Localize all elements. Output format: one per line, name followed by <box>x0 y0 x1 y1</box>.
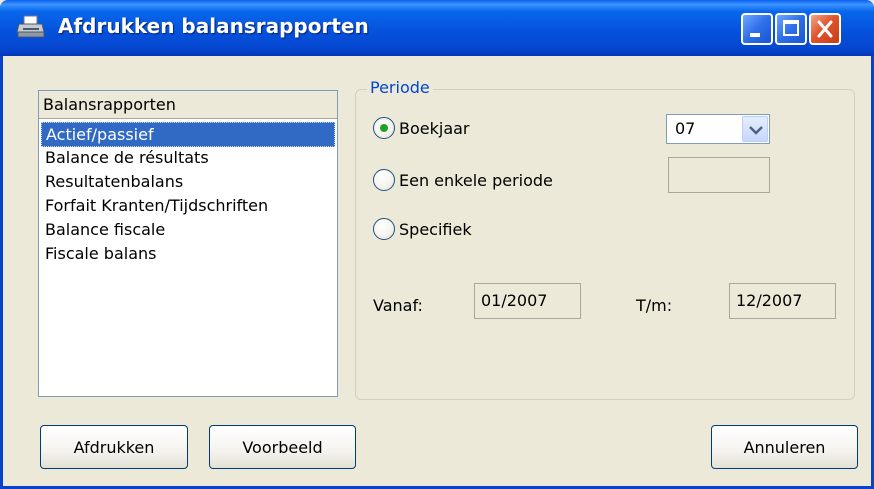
listbox-header: Balansrapporten <box>39 91 337 119</box>
boekjaar-select[interactable]: 07 <box>666 114 770 144</box>
tm-label: T/m: <box>636 296 673 315</box>
tm-field[interactable]: 12/2007 <box>729 283 836 319</box>
radio-boekjaar[interactable]: Boekjaar <box>373 115 470 141</box>
cancel-button[interactable]: Annuleren <box>711 425 858 469</box>
minimize-button[interactable] <box>741 13 773 45</box>
list-item[interactable]: Actief/passief <box>41 122 335 147</box>
list-item[interactable]: Balance fiscale <box>41 218 335 243</box>
radio-label-specifiek: Specifiek <box>399 219 472 239</box>
dropdown-button[interactable] <box>742 116 768 142</box>
minimize-icon <box>750 33 760 37</box>
vanaf-label: Vanaf: <box>373 296 423 315</box>
list-item[interactable]: Forfait Kranten/Tijdschriften <box>41 194 335 219</box>
title-bar[interactable]: Afdrukken balansrapporten <box>0 0 874 56</box>
window-title: Afdrukken balansrapporten <box>58 14 369 38</box>
chevron-down-icon <box>749 126 763 135</box>
radio-specifiek[interactable]: Specifiek <box>373 216 472 242</box>
printer-icon <box>16 14 46 40</box>
radio-label-boekjaar: Boekjaar <box>399 118 470 138</box>
boekjaar-select-value: 07 <box>675 119 696 138</box>
list-item[interactable]: Fiscale balans <box>41 242 335 267</box>
radio-button[interactable] <box>373 169 395 191</box>
maximize-button[interactable] <box>775 13 807 45</box>
close-button[interactable] <box>809 13 841 45</box>
maximize-icon <box>783 20 799 36</box>
print-button[interactable]: Afdrukken <box>40 425 188 469</box>
enkele-periode-field[interactable] <box>668 157 770 193</box>
radio-button[interactable] <box>373 218 395 240</box>
close-icon <box>817 20 833 38</box>
preview-button[interactable]: Voorbeeld <box>209 425 356 469</box>
radio-enkele-periode[interactable]: Een enkele periode <box>373 167 553 193</box>
list-item[interactable]: Resultatenbalans <box>41 170 335 195</box>
vanaf-field[interactable]: 01/2007 <box>474 283 581 319</box>
dialog-window: Afdrukken balansrapporten Balansrapporte… <box>0 0 874 489</box>
period-legend: Periode <box>367 78 433 97</box>
radio-button-checked[interactable] <box>373 117 395 139</box>
report-listbox[interactable]: Balansrapporten Actief/passief Balance d… <box>38 90 338 397</box>
radio-label-enkele-periode: Een enkele periode <box>399 170 553 190</box>
list-item[interactable]: Balance de résultats <box>41 146 335 171</box>
